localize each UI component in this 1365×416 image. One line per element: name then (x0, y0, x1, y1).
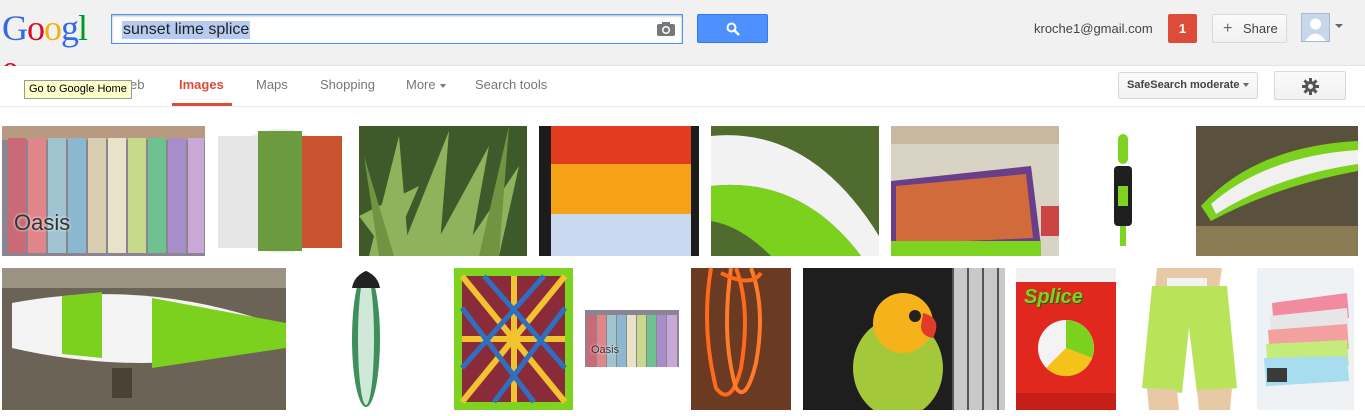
image-result[interactable]: Oasis (585, 310, 679, 367)
image-result[interactable]: Splice (1016, 268, 1116, 410)
tab-more[interactable]: More (406, 77, 446, 92)
image-caption: Oasis (14, 210, 71, 235)
notifications-badge[interactable]: 1 (1168, 14, 1197, 43)
image-result[interactable] (344, 268, 388, 410)
settings-button[interactable] (1274, 71, 1346, 100)
logo-letter: l (78, 8, 88, 48)
logo-letter: G (2, 8, 28, 48)
google-images-page: Google sunset lime splice kroche1@gmail.… (0, 0, 1365, 416)
avatar[interactable] (1301, 13, 1330, 42)
chevron-down-icon[interactable] (1335, 24, 1343, 28)
plus-icon: + (1223, 20, 1233, 37)
chevron-down-icon (1242, 83, 1249, 88)
image-result[interactable] (1127, 268, 1247, 410)
logo-letter: g (61, 8, 79, 48)
account-email[interactable]: kroche1@gmail.com (1034, 21, 1153, 36)
image-result[interactable] (891, 126, 1059, 256)
tab-maps[interactable]: Maps (256, 77, 288, 92)
tab-shopping[interactable]: Shopping (320, 77, 375, 92)
gear-icon (1302, 78, 1319, 95)
tab-more-label: More (406, 77, 436, 92)
safesearch-label: SafeSearch moderate (1127, 79, 1240, 91)
image-caption: Splice (1024, 286, 1083, 308)
tab-images[interactable]: Images (179, 77, 224, 92)
image-result[interactable]: Oasis (2, 126, 205, 256)
active-tab-indicator (172, 103, 232, 106)
image-result[interactable] (691, 268, 791, 410)
google-logo[interactable]: Google (2, 8, 98, 88)
image-result[interactable] (539, 126, 699, 256)
search-tools-button[interactable]: Search tools (475, 77, 547, 92)
share-button[interactable]: + Share (1212, 14, 1287, 43)
search-icon (726, 22, 740, 36)
search-query-text: sunset lime splice (122, 21, 251, 39)
image-result[interactable] (454, 268, 573, 410)
logo-letter: o (27, 8, 45, 48)
image-result[interactable] (359, 126, 527, 256)
image-result[interactable] (1070, 126, 1182, 256)
image-result[interactable] (1257, 268, 1354, 410)
image-result[interactable] (1196, 126, 1358, 256)
search-input[interactable]: sunset lime splice (111, 14, 683, 44)
safesearch-dropdown[interactable]: SafeSearch moderate (1118, 72, 1258, 99)
top-bar: Google sunset lime splice kroche1@gmail.… (0, 0, 1365, 88)
image-result[interactable] (2, 268, 286, 410)
image-result[interactable] (216, 126, 345, 256)
chevron-down-icon (439, 83, 446, 88)
share-label: Share (1243, 21, 1278, 36)
search-button[interactable] (697, 14, 768, 43)
image-result[interactable] (711, 126, 879, 256)
image-result[interactable] (803, 268, 1005, 410)
logo-letter: o (44, 8, 62, 48)
logo-tooltip: Go to Google Home (24, 80, 132, 99)
camera-icon[interactable] (656, 21, 676, 37)
image-caption: Oasis (591, 344, 620, 356)
